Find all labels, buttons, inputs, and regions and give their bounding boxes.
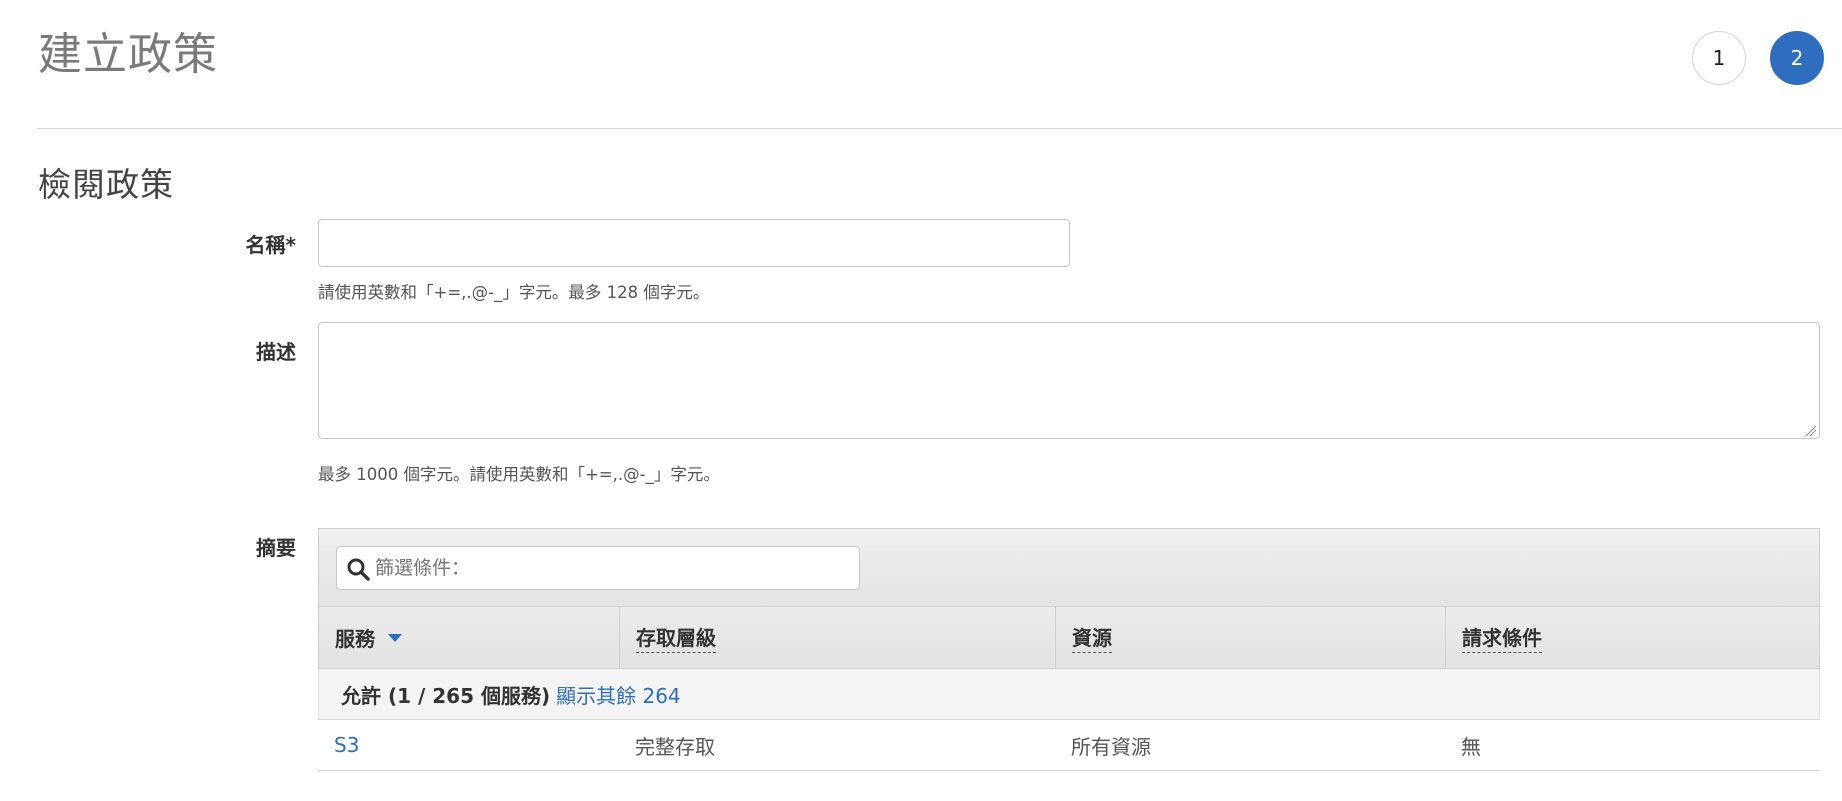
- column-header-resource-label: 資源: [1072, 622, 1112, 653]
- filter-field[interactable]: [336, 546, 860, 590]
- column-header-access-level-label: 存取層級: [636, 622, 716, 653]
- summary-table: 服務 存取層級 資源 請求條件 允許 (1 / 265 個服務) 顯示其餘 26…: [318, 528, 1820, 771]
- policy-name-input[interactable]: [318, 219, 1070, 267]
- name-label: 名稱*: [245, 233, 296, 257]
- column-header-request-condition-label: 請求條件: [1462, 622, 1542, 653]
- policy-description-textarea[interactable]: [318, 322, 1820, 439]
- resource-cell: 所有資源: [1071, 734, 1151, 759]
- caret-down-icon[interactable]: [387, 633, 403, 643]
- filter-input[interactable]: [375, 547, 855, 589]
- access-level-cell: 完整存取: [635, 734, 715, 759]
- show-remaining-link[interactable]: 顯示其餘 264: [556, 680, 681, 709]
- description-label: 描述: [256, 340, 296, 364]
- column-header-service[interactable]: 服務: [319, 607, 620, 668]
- resize-grip-icon[interactable]: [1804, 424, 1817, 437]
- section-title: 檢閱政策: [38, 165, 174, 204]
- column-header-access-level[interactable]: 存取層級: [620, 607, 1056, 668]
- column-header-service-label: 服務: [335, 627, 375, 651]
- allow-group-label: 允許 (1 / 265 個服務): [341, 683, 551, 708]
- step-2-indicator-active[interactable]: 2: [1770, 31, 1824, 85]
- step-1-indicator[interactable]: 1: [1692, 31, 1746, 85]
- allow-group-row: 允許 (1 / 265 個服務) 顯示其餘 264: [318, 669, 1820, 720]
- description-hint: 最多 1000 個字元。請使用英數和「+=,.@-_」字元。: [318, 465, 720, 484]
- search-icon: [347, 558, 370, 581]
- header-divider: [37, 128, 1842, 129]
- table-row: S3 完整存取 所有資源 無: [318, 720, 1820, 771]
- create-policy-page: 建立政策 1 2 檢閱政策 名稱* 請使用英數和「+=,.@-_」字元。最多 1…: [0, 0, 1842, 801]
- page-title: 建立政策: [38, 29, 218, 80]
- filter-bar: [318, 528, 1820, 606]
- table-header: 服務 存取層級 資源 請求條件: [318, 606, 1820, 669]
- column-header-resource[interactable]: 資源: [1056, 607, 1446, 668]
- request-condition-cell: 無: [1461, 734, 1481, 759]
- summary-label: 摘要: [256, 536, 296, 560]
- service-link[interactable]: S3: [334, 720, 359, 770]
- column-header-request-condition[interactable]: 請求條件: [1446, 607, 1819, 668]
- name-hint: 請使用英數和「+=,.@-_」字元。最多 128 個字元。: [318, 283, 710, 302]
